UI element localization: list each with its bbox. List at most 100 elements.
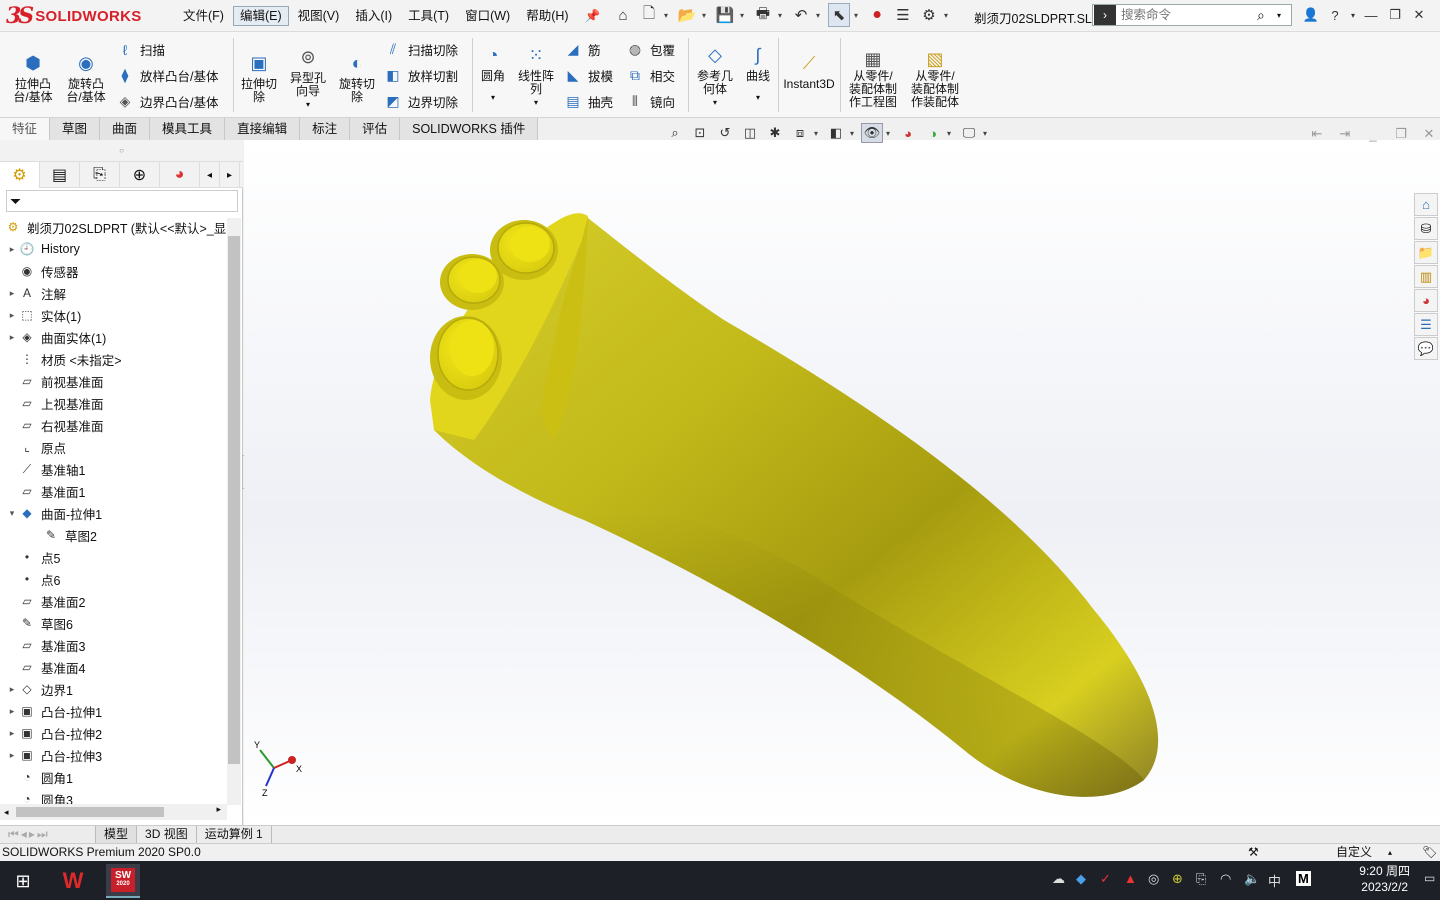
print-dropdown[interactable]: ▾ (778, 11, 786, 20)
panel-grip[interactable]: ○ (0, 140, 243, 162)
tab-3d-views[interactable]: 3D 视图 (137, 826, 197, 843)
zoom-to-area-icon[interactable]: ⊡ (689, 123, 711, 143)
make-drawing-button[interactable]: ▦ 从零件/ 装配体制 作工程图 (844, 50, 902, 109)
view-settings-dropdown[interactable]: ▾ (983, 129, 991, 138)
tab-evaluate[interactable]: 评估 (350, 118, 401, 140)
tree-item[interactable]: ▸ 🕘 History (0, 238, 230, 260)
select-cursor-icon[interactable]: ⬉ (828, 3, 850, 27)
volume-icon[interactable]: 🔈 (1244, 871, 1260, 887)
menu-insert[interactable]: 插入(I) (348, 6, 399, 26)
panel-tab-scroll-left[interactable]: ◂ (200, 162, 220, 188)
expand-toggle-icon[interactable]: ▸ (6, 332, 18, 343)
onedrive-icon[interactable]: ☁ (1052, 871, 1065, 887)
save-dropdown[interactable]: ▾ (740, 11, 748, 20)
tree-item[interactable]: ▸ ⬚ 实体(1) (0, 304, 230, 326)
search-box[interactable]: › ⌕ ▾ (1092, 4, 1292, 26)
tree-item[interactable]: ▸ ▣ 凸台-拉伸2 (0, 722, 230, 744)
fillet-dropdown[interactable]: ▾ (491, 91, 495, 104)
tree-item[interactable]: ◔ 圆角1 (0, 766, 230, 788)
draft-button[interactable]: ◣ 拔模 (564, 66, 613, 85)
new-document-icon[interactable]: 🗋 (638, 3, 660, 27)
tree-item[interactable]: ▸ ◇ 边界1 (0, 678, 230, 700)
solidworks-taskbar-icon[interactable]: SW 2020 (106, 864, 140, 898)
loft-boss-button[interactable]: ⧫ 放样凸台/基体 (116, 66, 219, 85)
open-dropdown[interactable]: ▾ (702, 11, 710, 20)
tab-addins[interactable]: SOLIDWORKS 插件 (400, 118, 539, 140)
part-model-view[interactable] (244, 140, 1440, 825)
expand-toggle-icon[interactable]: ▾ (6, 508, 18, 519)
tree-item[interactable]: ▸ ◈ 曲面实体(1) (0, 326, 230, 348)
wifi-icon[interactable]: ◠ (1220, 871, 1231, 887)
tree-item[interactable]: ▱ 基准面2 (0, 590, 230, 612)
instant3d-button[interactable]: ⟋ Instant3D (782, 50, 836, 91)
viewport-forward-icon[interactable]: ⇥ (1334, 124, 1356, 144)
select-dropdown[interactable]: ▾ (854, 11, 862, 20)
usb-icon[interactable]: ⎘ (1196, 871, 1206, 887)
intersect-button[interactable]: ⧉ 相交 (626, 66, 675, 85)
tree-item[interactable]: ▸ ▣ 凸台-拉伸3 (0, 744, 230, 766)
tab-features[interactable]: 特征 (0, 118, 51, 140)
tray-plus-icon[interactable]: ⊕ (1172, 871, 1183, 887)
tab-motion-study[interactable]: 运动算例 1 (197, 826, 272, 843)
user-icon[interactable]: 👤 (1300, 4, 1322, 26)
tab-direct-editing[interactable]: 直接编辑 (225, 118, 301, 140)
tab-surfaces[interactable]: 曲面 (100, 118, 151, 140)
close-icon[interactable]: ✕ (1408, 4, 1430, 26)
print-icon[interactable]: 🖶 (752, 3, 774, 27)
feature-manager-tab-icon[interactable]: ⚙ (0, 162, 40, 188)
unit-system[interactable]: 自定义 (1336, 844, 1372, 861)
viewport-back-icon[interactable]: ⇤ (1306, 124, 1328, 144)
dimxpert-tab-icon[interactable]: ⊕ (120, 162, 160, 188)
tree-item[interactable]: ▱ 基准面3 (0, 634, 230, 656)
tree-item[interactable]: • 点5 (0, 546, 230, 568)
revolve-boss-button[interactable]: ◉ 旋转凸 台/基体 (60, 50, 112, 104)
menu-view[interactable]: 视图(V) (291, 6, 347, 26)
make-assembly-button[interactable]: ▧ 从零件/ 装配体制 作装配体 (906, 50, 964, 109)
save-icon[interactable]: 💾 (714, 3, 736, 27)
reference-geometry-button[interactable]: ◇ 参考几 何体 ▾ (694, 42, 736, 109)
hole-wizard-button[interactable]: ⊚ 异型孔 向导 ▾ (284, 44, 332, 111)
tree-item[interactable]: ▱ 上视基准面 (0, 392, 230, 414)
file-properties-icon[interactable]: ☰ (892, 3, 914, 27)
unit-dropdown[interactable]: ▴ (1388, 844, 1392, 861)
rebuild-status-icon[interactable]: ⚒ (1248, 844, 1259, 861)
menu-window[interactable]: 窗口(W) (458, 6, 517, 26)
rebuild-traffic-light-icon[interactable]: ⚫ (866, 3, 888, 27)
tab-markup[interactable]: 标注 (300, 118, 351, 140)
tree-horizontal-scroll-thumb[interactable] (16, 807, 164, 817)
tray-shield-icon[interactable]: ✓ (1100, 871, 1111, 887)
expand-toggle-icon[interactable]: ▸ (6, 706, 18, 717)
tree-item[interactable]: ✎ 草图2 (0, 524, 230, 546)
extrude-cut-button[interactable]: ▣ 拉伸切 除 (236, 50, 282, 104)
search-input[interactable] (1117, 8, 1257, 22)
ref-geometry-dropdown[interactable]: ▾ (713, 96, 717, 109)
boundary-cut-button[interactable]: ◩ 边界切除 (384, 92, 458, 111)
view-settings-icon[interactable]: 🖵 (958, 123, 980, 143)
expand-toggle-icon[interactable]: ▸ (6, 728, 18, 739)
configuration-manager-tab-icon[interactable]: ⎘ (80, 162, 120, 188)
menu-edit[interactable]: 编辑(E) (232, 6, 289, 26)
scene-dropdown[interactable]: ▾ (947, 129, 955, 138)
ime-mode-icon[interactable]: M (1296, 871, 1311, 886)
display-manager-tab-icon[interactable]: ◕ (160, 162, 200, 188)
hide-show-items-icon[interactable]: 👁 (861, 123, 883, 143)
file-explorer-icon[interactable]: 📁 (1414, 241, 1438, 264)
expand-toggle-icon[interactable]: ▸ (6, 750, 18, 761)
tree-item[interactable]: ▱ 基准面1 (0, 480, 230, 502)
expand-toggle-icon[interactable]: ▸ (6, 684, 18, 695)
boundary-boss-button[interactable]: ◈ 边界凸台/基体 (116, 92, 219, 111)
solidworks-logo[interactable]: 3S SOLIDWORKS (6, 2, 152, 30)
hole-wizard-dropdown[interactable]: ▾ (306, 98, 310, 111)
tree-item[interactable]: ▱ 前视基准面 (0, 370, 230, 392)
notification-icon[interactable]: ▭ (1424, 871, 1435, 885)
display-style-icon[interactable]: ◧ (825, 123, 847, 143)
viewport-close-icon[interactable]: ✕ (1418, 124, 1440, 144)
options-dropdown[interactable]: ▾ (944, 11, 952, 20)
zoom-to-fit-icon[interactable]: ⌕ (664, 123, 686, 143)
tree-filter[interactable]: ⏷ (6, 190, 238, 212)
options-gear-icon[interactable]: ⚙ (918, 3, 940, 27)
design-library-icon[interactable]: ⛁ (1414, 217, 1438, 240)
expand-toggle-icon[interactable]: ▸ (6, 310, 18, 321)
menu-help[interactable]: 帮助(H) (519, 6, 575, 26)
appearances-icon[interactable]: ◕ (1414, 289, 1438, 312)
